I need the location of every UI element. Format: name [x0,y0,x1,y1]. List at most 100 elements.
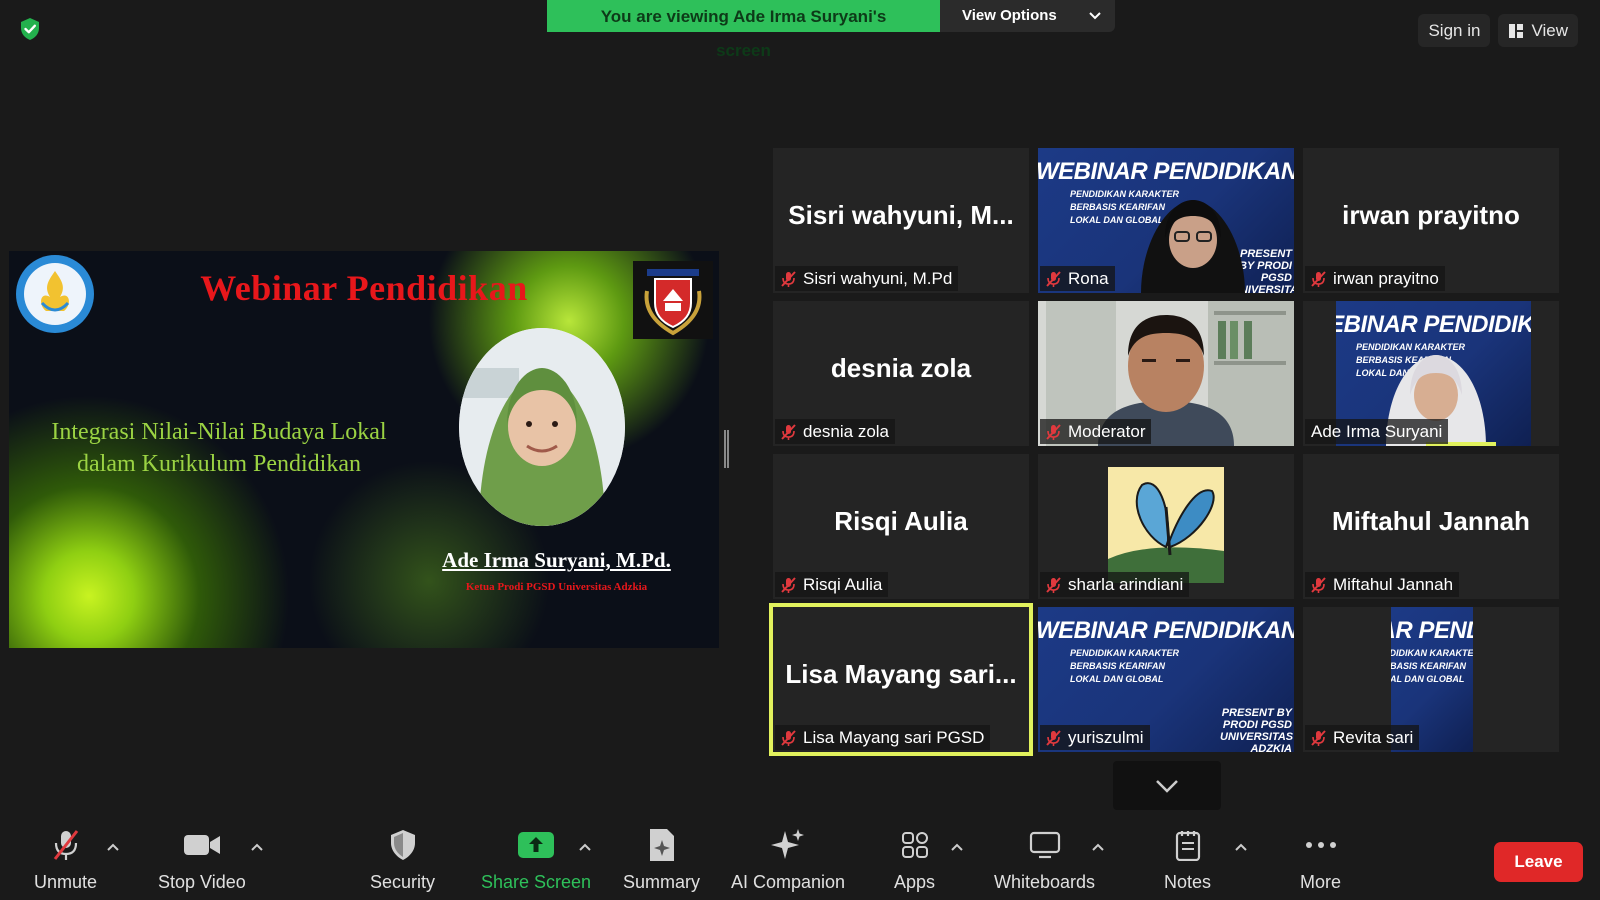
participant-label: desnia zola [775,419,896,444]
participant-tile[interactable]: sharla arindiani [1038,454,1294,599]
apps-options-caret-icon[interactable] [950,840,964,854]
mic-muted-icon [781,576,796,593]
participant-display-name: Sisri wahyuni, M... [788,200,1014,230]
butterfly-avatar [1108,467,1224,583]
view-label: View [1531,21,1568,40]
participant-tile[interactable]: desnia zola desnia zola [773,301,1029,446]
view-options-label: View Options [962,7,1057,24]
participant-name: Rona [1068,268,1109,288]
participant-tile[interactable]: Sisri wahyuni, M... Sisri wahyuni, M.Pd [773,148,1029,293]
slide-topic: Integrasi Nilai-Nilai Budaya Lokal dalam… [51,419,387,477]
participant-name: Sisri wahyuni, M.Pd [803,268,953,288]
participant-name: Moderator [1068,421,1146,441]
participant-name: irwan prayitno [1333,268,1439,288]
speaker-photo [459,328,625,526]
participant-label: Miftahul Jannah [1305,572,1460,597]
participant-name: desnia zola [803,421,890,441]
participant-display-name: Miftahul Jannah [1332,506,1530,536]
notes-options-caret-icon[interactable] [1234,840,1248,854]
apps-button[interactable]: Apps [894,828,935,893]
encryption-shield-icon[interactable] [18,17,42,41]
participant-display-name: Risqi Aulia [834,506,968,536]
leave-button[interactable]: Leave [1494,842,1583,882]
participant-label: Sisri wahyuni, M.Pd [775,266,959,291]
top-right-controls: Sign in View [1418,14,1578,47]
universitas-adzkia-logo [633,261,713,339]
participant-tile-active-speaker[interactable]: Lisa Mayang sari... Lisa Mayang sari PGS… [769,603,1033,756]
view-button[interactable]: View [1498,14,1578,47]
webinar-bg-title: WEBINAR PENDIDIKAN [1336,311,1531,338]
whiteboards-label: Whiteboards [994,872,1096,892]
screen-share-banner: You are viewing Ade Irma Suryani's scree… [547,0,1115,60]
participant-video [1141,200,1245,293]
participant-tile[interactable]: WEBINAR PENDIDIKAN PENDIDIKAN KARAKTER B… [1038,148,1294,293]
more-button[interactable]: More [1300,828,1341,893]
summary-document-icon [647,828,677,862]
notes-icon [1175,828,1201,862]
splitter-handle[interactable] [724,430,729,468]
participant-name: Risqi Aulia [803,574,883,594]
participant-label: Risqi Aulia [775,572,889,597]
participant-tile[interactable]: Risqi Aulia Risqi Aulia [773,454,1029,599]
more-label: More [1300,872,1342,892]
participant-name: Revita sari [1333,727,1414,747]
webinar-bg-title: WEBINAR PENDIDIKAN [1038,158,1294,185]
speaker-name: Ade Irma Suryani, M.Pd. [442,548,671,572]
gallery-scroll-down-button[interactable] [1113,761,1221,810]
participant-name: Miftahul Jannah [1333,574,1454,594]
participant-tile[interactable]: WEBINAR PENDIDIKAN PENDIDIKAN KARAKTER B… [1303,301,1559,446]
share-screen-button[interactable]: Share Screen [481,828,591,893]
share-screen-icon [517,828,555,862]
shared-screen-content[interactable]: Webinar Pendidikan Integrasi Nilai-Nilai… [9,251,719,648]
participant-label: Moderator [1040,419,1152,444]
participant-label: Rona [1040,266,1115,291]
ai-companion-button[interactable]: AI Companion [731,828,845,893]
mic-muted-icon [1311,576,1326,593]
unmute-button[interactable]: Unmute [34,828,97,893]
audio-options-caret-icon[interactable] [106,840,120,854]
webinar-bg-presenter: PRESENT BY PRODI PGSD UNIVERSITAS ADZKIA [1220,707,1294,752]
whiteboard-icon [1029,828,1061,862]
webinar-bg-title: WEBINAR PENDIDIKAN [1038,617,1294,644]
participant-label: sharla arindiani [1040,572,1190,597]
whiteboards-options-caret-icon[interactable] [1091,840,1105,854]
grid-view-icon [1509,23,1524,38]
zoom-meeting-window: You are viewing Ade Irma Suryani's scree… [0,0,1600,900]
mic-muted-icon [781,423,796,440]
summary-button[interactable]: Summary [623,828,700,893]
mic-muted-icon [1046,729,1061,746]
participant-tile[interactable]: Moderator [1038,301,1294,446]
sign-in-button[interactable]: Sign in [1418,14,1491,47]
apps-label: Apps [894,872,936,892]
unmute-label: Unmute [34,872,98,892]
participant-tile[interactable]: WEBINAR PENDIDIKAN PENDIDIKAN KARAKTER B… [1038,607,1294,752]
mic-muted-icon [1311,729,1326,746]
participant-label: Revita sari [1305,725,1420,750]
participant-label: Ade Irma Suryani [1305,419,1449,444]
slide-title: Webinar Pendidikan [200,268,528,308]
viewing-screen-text: You are viewing Ade Irma Suryani's scree… [547,0,940,60]
mic-muted-icon [1046,270,1061,287]
speaker-role: Ketua Prodi PGSD Universitas Adzkia [465,581,648,593]
notes-label: Notes [1164,872,1212,892]
security-button[interactable]: Security [370,828,435,893]
view-options-button[interactable]: View Options [940,0,1115,32]
participant-tile[interactable]: WEBINAR PENDIDIKAN PENDIDIKAN KARAKTER B… [1303,607,1559,752]
whiteboards-button[interactable]: Whiteboards [994,828,1095,893]
share-screen-label: Share Screen [481,872,592,892]
apps-icon [901,828,929,862]
security-label: Security [370,872,436,892]
share-options-caret-icon[interactable] [578,840,592,854]
participant-name: sharla arindiani [1068,574,1184,594]
chevron-down-icon [1156,779,1178,793]
stop-video-button[interactable]: Stop Video [158,828,246,893]
video-options-caret-icon[interactable] [250,840,264,854]
participant-label: Lisa Mayang sari PGSD [775,725,991,750]
mic-muted-icon [1311,270,1326,287]
video-camera-icon [183,828,221,862]
participant-tile[interactable]: irwan prayitno irwan prayitno [1303,148,1559,293]
notes-button[interactable]: Notes [1164,828,1211,893]
more-dots-icon [1305,828,1337,862]
sparkle-icon [770,828,806,862]
participant-tile[interactable]: Miftahul Jannah Miftahul Jannah [1303,454,1559,599]
